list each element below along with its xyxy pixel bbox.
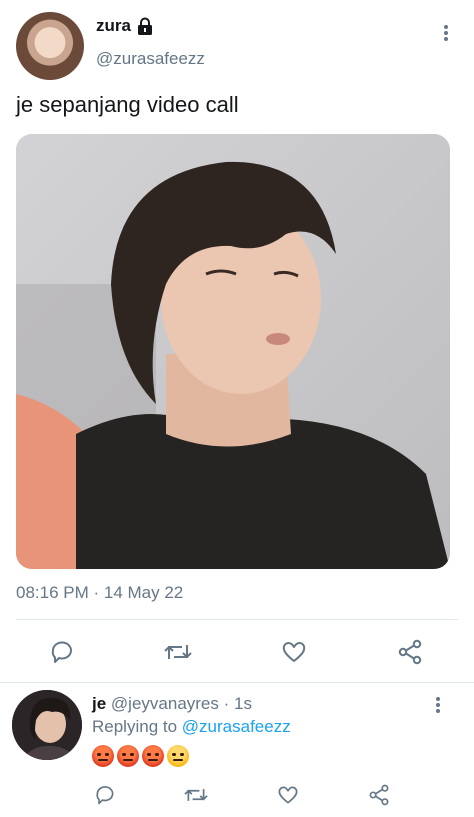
- author-display-name[interactable]: zura: [96, 16, 131, 36]
- divider: [0, 682, 474, 683]
- replying-to-line: Replying to @zurasafeezz: [92, 717, 291, 737]
- author-avatar[interactable]: [16, 12, 84, 80]
- reply-more-options-icon[interactable]: [428, 694, 448, 716]
- lock-icon: [137, 17, 153, 35]
- reply-header: je @jeyvanayres · 1s: [92, 694, 252, 714]
- reply-actions: [92, 780, 392, 810]
- author-name-row: zura: [96, 16, 153, 36]
- tweet-timestamp[interactable]: 08:16 PM · 14 May 22: [16, 583, 183, 603]
- tweet-photo[interactable]: [16, 134, 450, 569]
- reply-author-name[interactable]: je: [92, 694, 106, 713]
- share-icon[interactable]: [396, 638, 424, 666]
- angry-face-emoji: [117, 745, 139, 767]
- reply-author-avatar[interactable]: [12, 690, 82, 760]
- reply-handle-time[interactable]: @jeyvanayres · 1s: [111, 694, 252, 713]
- tweet-actions: [16, 630, 458, 674]
- retweet-icon[interactable]: [183, 782, 209, 808]
- expressionless-face-emoji: [167, 745, 189, 767]
- retweet-icon[interactable]: [164, 638, 192, 666]
- replying-to-mention[interactable]: @zurasafeezz: [182, 717, 291, 736]
- angry-face-emoji: [142, 745, 164, 767]
- tweet-text: je sepanjang video call: [16, 92, 239, 117]
- share-icon[interactable]: [366, 782, 392, 808]
- heart-icon[interactable]: [280, 638, 308, 666]
- reply-icon[interactable]: [92, 782, 118, 808]
- reply-emojis: [92, 745, 189, 767]
- author-handle[interactable]: @zurasafeezz: [96, 49, 205, 69]
- angry-face-emoji: [92, 745, 114, 767]
- replying-to-label: Replying to: [92, 717, 178, 736]
- heart-icon[interactable]: [275, 782, 301, 808]
- reply-icon[interactable]: [48, 638, 76, 666]
- divider: [16, 619, 458, 620]
- more-options-icon[interactable]: [436, 22, 456, 44]
